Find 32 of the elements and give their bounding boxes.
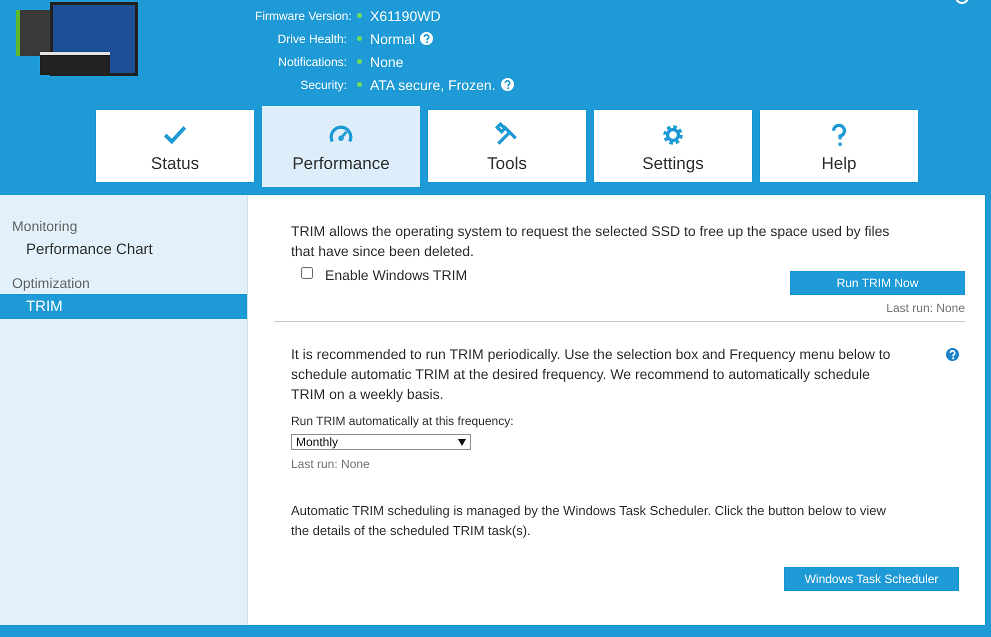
status-dot-icon: [357, 82, 362, 87]
status-dot-icon: [357, 36, 362, 41]
help-icon[interactable]: [500, 78, 514, 91]
info-value: Normal: [370, 30, 416, 46]
frequency-label: Run TRIM automatically at this frequency:: [291, 414, 515, 428]
enable-trim-checkbox[interactable]: [301, 267, 313, 279]
nav-tab[interactable]: Performance: [262, 106, 420, 187]
status-dot-icon: [357, 13, 362, 18]
sidebar-item[interactable]: Performance Chart: [0, 237, 247, 262]
info-label: Notifications:: [277, 54, 347, 68]
info-label: Security:: [299, 78, 347, 92]
help-icon[interactable]: [420, 32, 434, 45]
nav-tab[interactable]: Status: [96, 110, 254, 182]
frequency-dropdown[interactable]: Monthly: [291, 434, 471, 450]
nav-tab[interactable]: Help: [760, 110, 918, 182]
help-icon[interactable]: [946, 348, 959, 361]
last-run-text: Last run: None: [291, 457, 371, 471]
last-run-text: Last run: None: [886, 301, 965, 315]
info-value: X61190WD: [370, 8, 441, 24]
nav-tab[interactable]: Tools: [428, 110, 586, 182]
sidebar-section-title: Optimization: [11, 274, 91, 293]
info-value: ATA secure, Frozen.: [370, 76, 496, 92]
schedule-description: It is recommended to run TRIM periodically. Use the selection box and Frequency menu below to schedule automatic TRIM at the desired frequency. We recommend to automatically schedule TRIM on a weekly basis.: [291, 345, 892, 404]
info-value: None: [370, 54, 404, 70]
scheduler-note: Automatic TRIM scheduling is managed by the Windows Task Scheduler. Click the button below to view the details of the scheduled TRIM task(s).: [291, 502, 887, 540]
info-label: Drive Health:: [276, 32, 347, 46]
sidebar-section-title: Monitoring: [11, 217, 78, 236]
trim-description: TRIM allows the operating system to request the selected SSD to free up the space used by files that have since been deleted.: [291, 222, 890, 261]
nav-tab[interactable]: Settings: [594, 110, 752, 182]
dropdown-arrow-icon: [458, 438, 466, 446]
status-dot-icon: [357, 59, 362, 64]
checkbox-label: Enable Windows TRIM: [325, 267, 468, 283]
